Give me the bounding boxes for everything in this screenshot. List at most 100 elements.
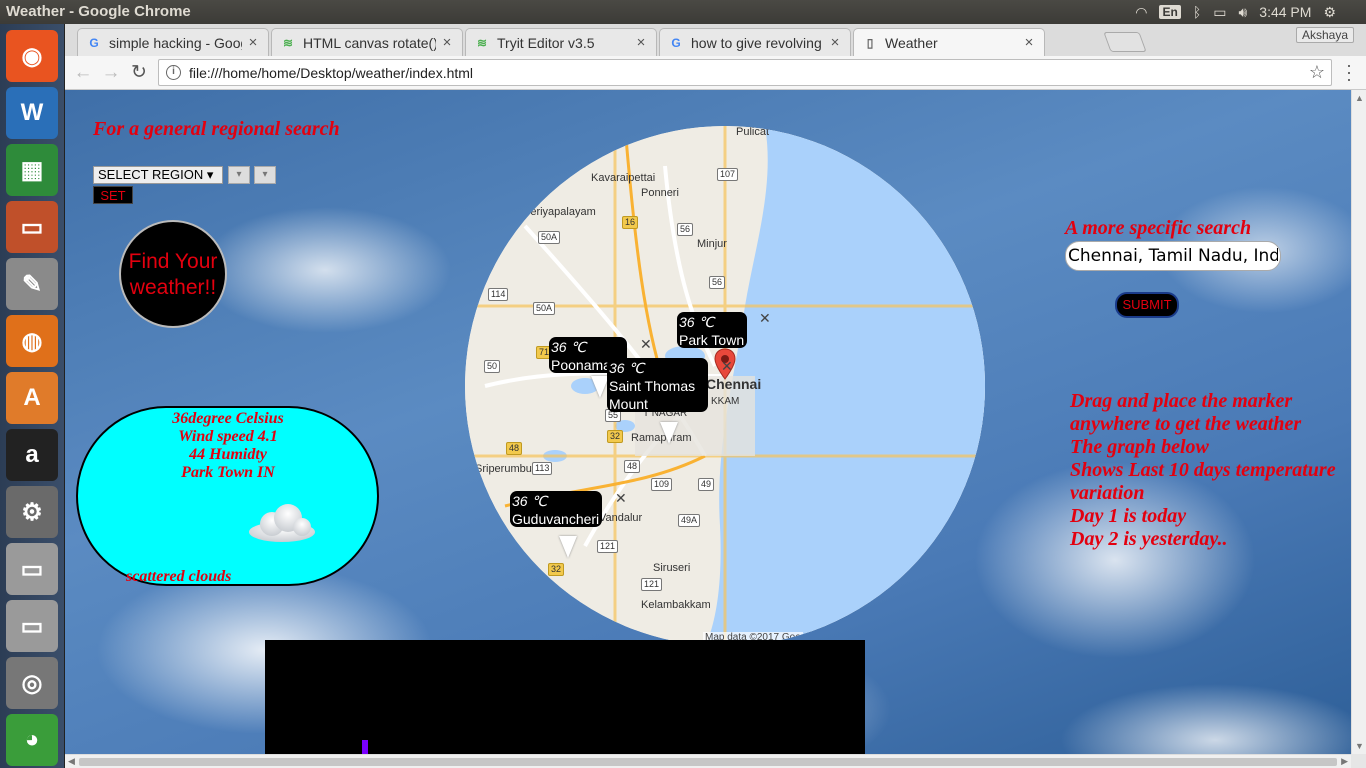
tab-close-icon[interactable]: × <box>440 34 454 51</box>
instruction-line: variation <box>1070 482 1145 504</box>
browser-toolbar: ← → ↻ i file:///home/home/Desktop/weathe… <box>65 56 1366 90</box>
infobox-close-icon[interactable]: ✕ <box>615 490 627 507</box>
weather-details: 36degree Celsius Wind speed 4.1 44 Humid… <box>78 410 378 482</box>
scrollbar-corner <box>1351 754 1366 768</box>
marker-place: Guduvancheri <box>512 511 600 527</box>
tab-html-canvas-rotate[interactable]: ≋ HTML canvas rotate() Method × <box>271 28 463 56</box>
set-button[interactable]: SET <box>93 186 133 204</box>
instruction-line: Day 2 is yesterday.. <box>1070 528 1228 550</box>
marker-infobox-park-town[interactable]: 36 ℃ Park Town <box>677 312 747 348</box>
launcher-writer-icon[interactable]: W <box>6 87 58 139</box>
launcher-dvd-icon[interactable]: ◎ <box>6 657 58 709</box>
marker-temp: 36 ℃ <box>679 314 715 330</box>
tab-weather[interactable]: ▯ Weather × <box>853 28 1045 56</box>
road-shield: 121 <box>597 540 619 553</box>
tab-close-icon[interactable]: × <box>634 34 648 51</box>
back-arrow-icon[interactable]: ← <box>71 61 95 85</box>
scroll-left-arrow-icon[interactable]: ◀ <box>68 756 75 767</box>
map-place: Ponneri <box>641 187 679 199</box>
location-input[interactable] <box>1065 241 1281 271</box>
launcher-firefox-icon[interactable]: ◍ <box>6 315 58 367</box>
road-shield: 50A <box>538 231 561 244</box>
instruction-line: Shows Last 10 days temperature <box>1070 459 1336 481</box>
tab-label: how to give revolving <box>691 34 822 51</box>
find-weather-button[interactable]: Find Your weather!! <box>119 220 227 328</box>
road-shield: 56 <box>677 223 694 236</box>
forward-arrow-icon[interactable]: → <box>99 61 123 85</box>
tab-tryit-editor[interactable]: ≋ Tryit Editor v3.5 × <box>465 28 657 56</box>
regional-search-title: For a general regional search <box>93 118 340 140</box>
chrome-menu-icon[interactable]: · · · <box>1346 56 1352 88</box>
scroll-up-arrow-icon[interactable]: ▲ <box>1355 93 1364 103</box>
horizontal-scrollbar[interactable]: ◀ ▶ <box>65 754 1351 768</box>
tab-label: HTML canvas rotate() Method <box>303 34 436 51</box>
launcher-impress-icon[interactable]: ▭ <box>6 201 58 253</box>
horizontal-scroll-thumb[interactable] <box>79 758 1337 766</box>
sub-region-select-1[interactable]: ▾ <box>228 166 250 184</box>
volume-icon[interactable]: 🔊︎ <box>1238 4 1247 21</box>
tab-label: simple hacking - Google Search <box>109 34 242 51</box>
tab-close-icon[interactable]: × <box>828 34 842 51</box>
marker-pin-icon[interactable] <box>660 422 678 444</box>
infobox-close-icon[interactable]: ✕ <box>640 336 652 353</box>
road-shield: 16 <box>622 216 639 229</box>
weather-map[interactable]: Pulicat Kavaraipettai Ponneri Periyapala… <box>465 126 985 646</box>
road-shield: 49 <box>698 478 715 491</box>
w3-icon: ≋ <box>476 35 488 50</box>
tab-close-icon[interactable]: × <box>246 34 260 51</box>
scroll-right-arrow-icon[interactable]: ▶ <box>1341 756 1348 767</box>
tab-how-to-give-revolving[interactable]: G how to give revolving × <box>659 28 851 56</box>
tab-strip: G simple hacking - Google Search × ≋ HTM… <box>65 24 1366 56</box>
weather-location: Park Town IN <box>181 464 275 481</box>
system-tray: ◠ En ᛒ ▭ 🔊︎ 3:44 PM ⚙ <box>1135 0 1366 24</box>
new-tab-button[interactable] <box>1103 32 1147 52</box>
bluetooth-icon[interactable]: ᛒ <box>1193 4 1201 20</box>
weather-wind: Wind speed 4.1 <box>178 428 278 445</box>
battery-icon[interactable]: ▭ <box>1213 4 1226 21</box>
launcher-ubuntu-dash-icon[interactable]: ◉ <box>6 30 58 82</box>
map-place: Minjur <box>697 238 727 250</box>
infobox-close-icon[interactable]: ✕ <box>759 310 771 327</box>
info-icon[interactable]: i <box>166 65 181 80</box>
bookmark-star-icon[interactable]: ☆ <box>1309 62 1325 83</box>
road-shield: 50A <box>533 302 556 315</box>
region-select[interactable]: SELECT REGION ▾ <box>93 166 223 184</box>
weather-temperature: 36degree Celsius <box>172 410 284 427</box>
clock[interactable]: 3:44 PM <box>1259 4 1311 20</box>
sub-region-select-2[interactable]: ▾ <box>254 166 276 184</box>
marker-place: Saint Thomas Mount <box>609 378 696 412</box>
keyboard-language-indicator[interactable]: En <box>1159 5 1181 19</box>
instruction-line: Drag and place the marker <box>1070 390 1293 412</box>
launcher-calc-icon[interactable]: ▦ <box>6 144 58 196</box>
marker-pin-icon[interactable] <box>559 536 577 558</box>
scroll-down-arrow-icon[interactable]: ▼ <box>1355 741 1364 751</box>
launcher-amazon-icon[interactable]: a <box>6 429 58 481</box>
launcher-chrome-icon[interactable]: ◕ <box>6 714 58 766</box>
launcher-drive-2-icon[interactable]: ▭ <box>6 600 58 652</box>
weather-humidity: 44 Humidty <box>189 446 267 463</box>
w3-icon: ≋ <box>282 35 294 50</box>
tab-simple-hacking[interactable]: G simple hacking - Google Search × <box>77 28 269 56</box>
map-place: Vandalur <box>599 512 643 524</box>
google-g-icon: G <box>671 35 681 50</box>
reload-icon[interactable]: ↻ <box>127 61 151 85</box>
submit-button[interactable]: SUBMIT <box>1115 292 1179 318</box>
power-gear-icon[interactable]: ⚙ <box>1323 4 1336 21</box>
marker-infobox-guduvancheri[interactable]: 36 ℃ Guduvancheri <box>510 491 602 527</box>
map-place: Kelambakkam <box>641 599 711 611</box>
marker-place: Park Town <box>679 332 745 348</box>
instruction-line: Day 1 is today <box>1070 505 1187 527</box>
graph-bar <box>362 740 368 754</box>
tab-close-icon[interactable]: × <box>1022 34 1036 51</box>
launcher-software-center-icon[interactable]: A <box>6 372 58 424</box>
infobox-close-icon[interactable]: ✕ <box>721 358 733 375</box>
map-place: Pulicat <box>736 126 770 138</box>
profile-button[interactable]: Akshaya <box>1295 27 1354 43</box>
marker-infobox-saint-thomas-mount[interactable]: 36 ℃ Saint Thomas Mount <box>607 358 708 412</box>
launcher-settings-icon[interactable]: ⚙ <box>6 486 58 538</box>
address-bar[interactable]: i file:///home/home/Desktop/weather/inde… <box>158 59 1332 86</box>
launcher-text-editor-icon[interactable]: ✎ <box>6 258 58 310</box>
vertical-scrollbar[interactable]: ▲ ▼ <box>1351 90 1366 754</box>
launcher-drive-1-icon[interactable]: ▭ <box>6 543 58 595</box>
wifi-icon[interactable]: ◠ <box>1135 4 1147 21</box>
